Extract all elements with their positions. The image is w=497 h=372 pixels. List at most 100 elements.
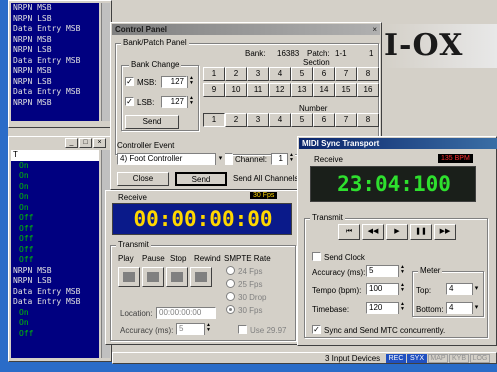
section-button-7[interactable]: 7 (335, 67, 357, 81)
status-badge[interactable]: MAP (428, 354, 448, 363)
mtc-rewind-button[interactable] (190, 267, 212, 287)
close-button[interactable]: Close (117, 172, 169, 186)
midi-sync-window: MIDI Sync Transport Receive 135 BPM 23:0… (297, 136, 497, 346)
midi-sync-transmit-legend: Transmit (310, 213, 345, 222)
mtc-timecode: 00:00:00:00 (133, 207, 273, 231)
number-button-5[interactable]: 5 (291, 113, 313, 127)
midi-sync-title: MIDI Sync Transport (302, 139, 380, 148)
section-button-11[interactable]: 11 (247, 83, 269, 97)
location-field[interactable]: 00:00:00:00 (156, 307, 216, 319)
channel-spinner[interactable]: ▲ ▼ (287, 153, 295, 165)
meter-legend: Meter (418, 266, 443, 275)
section-button-6[interactable]: 6 (313, 67, 335, 81)
send-clock-checkbox[interactable] (312, 252, 321, 261)
mtc-stop-button[interactable] (166, 267, 188, 287)
bank-change-legend: Bank Change (129, 60, 182, 69)
number-button-4[interactable]: 4 (269, 113, 291, 127)
number-button-2[interactable]: 2 (225, 113, 247, 127)
scrollbar-vertical[interactable] (101, 3, 110, 121)
close-icon[interactable]: × (93, 138, 106, 148)
number-label: Number (299, 104, 328, 113)
minimize-icon[interactable]: _ (65, 138, 78, 148)
status-devices: 3 Input Devices (325, 354, 381, 363)
midi-sync-display: 23:04:100 (310, 166, 476, 202)
go-to-start-icon[interactable]: ⏮ (338, 224, 360, 240)
sync-accuracy-spinner[interactable]: ▲ ▼ (398, 265, 406, 277)
close-icon[interactable]: × (372, 24, 377, 35)
section-button-14[interactable]: 14 (313, 83, 335, 97)
use-2997-checkbox[interactable] (238, 325, 247, 334)
lsb-spinner[interactable]: ▲ ▼ (187, 96, 195, 108)
log-line: Data Entry MSB (13, 286, 81, 296)
chevron-down-icon[interactable]: ▾ (472, 302, 480, 314)
section-button-13[interactable]: 13 (291, 83, 313, 97)
mtc-pause-button[interactable] (142, 267, 164, 287)
smpte-rate-radio[interactable] (226, 305, 235, 314)
smpte-rate-radio[interactable] (226, 266, 235, 275)
controller-event-label: Controller Event (117, 141, 175, 150)
number-button-7[interactable]: 7 (335, 113, 357, 127)
section-button-16[interactable]: 16 (357, 83, 379, 97)
section-button-4[interactable]: 4 (269, 67, 291, 81)
section-label: Section (303, 58, 330, 67)
section-button-15[interactable]: 15 (335, 83, 357, 97)
play-icon[interactable]: ▶ (386, 224, 408, 240)
smpte-rate-radio[interactable] (226, 292, 235, 301)
log-line: NRPN LSB (13, 76, 52, 86)
status-badge[interactable]: LOG (470, 354, 490, 363)
status-badge[interactable]: KYB (449, 354, 469, 363)
log-line: Data Entry MSB (13, 297, 81, 306)
log-lines: On On On On On Off Off Off Off Off NRPN MSB NRPN LS… (13, 161, 99, 340)
lsb-field[interactable]: 127 (161, 96, 187, 108)
section-button-12[interactable]: 12 (269, 83, 291, 97)
meter-top-label: Top: (416, 286, 432, 295)
send-all-channels-label[interactable]: Send All Channels (233, 174, 298, 183)
smpte-rate-radio[interactable] (226, 279, 235, 288)
sync-mtc-label: Sync and Send MTC concurrently. (324, 326, 446, 335)
log-line: NRPN LSB (13, 276, 52, 285)
log-line: On (19, 160, 29, 170)
number-button-6[interactable]: 6 (313, 113, 335, 127)
number-button-8[interactable]: 8 (357, 113, 379, 127)
control-panel-title: Control Panel (115, 25, 168, 34)
section-button-1[interactable]: 1 (203, 67, 225, 81)
timebase-spinner[interactable]: ▲ ▼ (398, 302, 406, 314)
chevron-down-icon[interactable]: ▾ (472, 283, 480, 295)
status-badge[interactable]: REC (386, 354, 406, 363)
section-button-8[interactable]: 8 (357, 67, 379, 81)
section-button-10[interactable]: 10 (225, 83, 247, 97)
controller-send-button[interactable]: Send (175, 172, 227, 186)
section-grid: 1 2 3 4 5 6 7 8 9 10 11 12 13 14 15 16 (203, 67, 381, 99)
mtc-transport-buttons (118, 267, 216, 287)
chevron-down-icon[interactable]: ▾ (215, 153, 225, 165)
section-button-5[interactable]: 5 (291, 67, 313, 81)
number-button-3[interactable]: 3 (247, 113, 269, 127)
mtc-play-button[interactable] (118, 267, 140, 287)
smpte-rate-options: 24 Fps 25 Fps 30 Drop 30 Fps (226, 266, 298, 318)
number-button-1[interactable]: 1 (203, 113, 225, 127)
tempo-label: Tempo (bpm): (312, 286, 362, 295)
sync-accuracy-label: Accuracy (ms): (312, 268, 366, 277)
msb-checkbox[interactable]: ✓ (125, 77, 134, 86)
maximize-icon[interactable]: □ (79, 138, 92, 148)
msb-field[interactable]: 127 (161, 76, 187, 88)
log-line: NRPN MSB (13, 265, 52, 275)
rewind-icon[interactable]: ◀◀ (362, 224, 384, 240)
bank-send-button[interactable]: Send (125, 115, 179, 129)
log-line: Data Entry MSB (13, 55, 81, 65)
lsb-checkbox[interactable]: ✓ (125, 97, 134, 106)
section-button-3[interactable]: 3 (247, 67, 269, 81)
log-line: Off (19, 223, 34, 233)
section-button-9[interactable]: 9 (203, 83, 225, 97)
section-button-2[interactable]: 2 (225, 67, 247, 81)
mtc-accuracy-spinner[interactable]: ▲ ▼ (204, 323, 212, 335)
pause-icon[interactable]: ❚❚ (410, 224, 432, 240)
msb-spinner[interactable]: ▲ ▼ (187, 76, 195, 88)
fast-forward-icon[interactable]: ▶▶ (434, 224, 456, 240)
send-clock-label: Send Clock (324, 253, 365, 262)
mtc-fps-badge: 30 Fps (250, 192, 278, 199)
tempo-spinner[interactable]: ▲ ▼ (398, 283, 406, 295)
sync-mtc-checkbox[interactable]: ✓ (312, 325, 321, 334)
msb-label: MSB: (137, 78, 157, 87)
status-badge[interactable]: SYX (407, 354, 427, 363)
